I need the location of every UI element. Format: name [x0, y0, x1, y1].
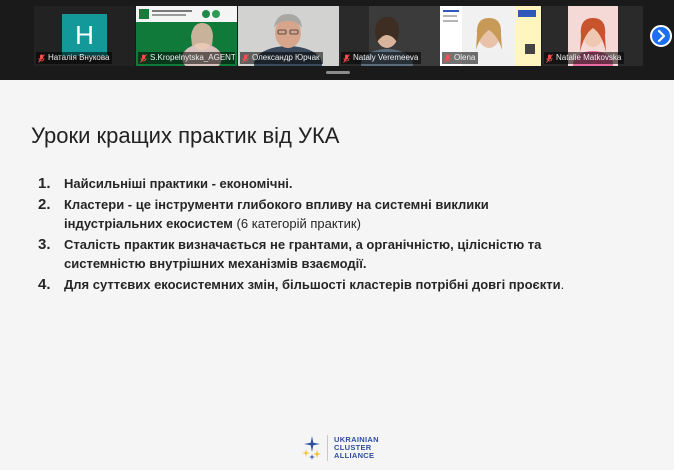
mic-off-icon [444, 53, 451, 63]
list-number: 4. [38, 276, 51, 293]
list-text: Сталість практик визначається не грантам… [64, 237, 542, 271]
participant-name-tag: Natalie Matkovska [544, 52, 625, 64]
participant-tile[interactable]: H Наталія Внукова [34, 6, 135, 66]
participant-tile[interactable]: S.Kropelnytska_AGENT... [136, 6, 237, 66]
list-text: Кластери - це інструменти глибокого впли… [64, 197, 489, 231]
strip-resize-handle[interactable] [326, 71, 350, 74]
participant-tile[interactable]: Natalie Matkovska [542, 6, 643, 66]
list-item: 2. Кластери - це інструменти глибокого в… [38, 195, 658, 233]
participant-name: Nataly Veremeeva [353, 53, 419, 62]
ukrainian-cluster-alliance-logo: UKRAINIAN CLUSTER ALLIANCE [301, 431, 379, 465]
avatar: H [62, 14, 107, 56]
shared-slide: Уроки кращих практик від УКА 1. Найсильн… [0, 80, 674, 470]
logo-text: UKRAINIAN CLUSTER ALLIANCE [334, 435, 379, 460]
list-item: 1. Найсильніші практики - економічні. [38, 174, 658, 193]
list-text: Для суттєвих екосистемних змін, більшост… [64, 277, 565, 292]
logo-divider [327, 435, 328, 461]
participant-tile[interactable]: Olena [440, 6, 541, 66]
participant-name: S.Kropelnytska_AGENT... [150, 53, 235, 62]
participant-name-tag: S.Kropelnytska_AGENT... [138, 52, 235, 64]
participant-tile[interactable]: Nataly Veremeeva [339, 6, 440, 66]
list-number: 1. [38, 175, 51, 192]
list-item: 4. Для суттєвих екосистемних змін, більш… [38, 275, 658, 294]
mic-off-icon [343, 53, 350, 63]
mic-off-icon [546, 53, 553, 63]
list-text: Найсильніші практики - економічні. [64, 176, 293, 191]
participant-name-tag: Наталія Внукова [36, 52, 113, 64]
participant-name-tag: Olena [442, 52, 479, 64]
mic-off-icon [140, 53, 147, 63]
mic-off-icon [38, 53, 45, 63]
list-number: 2. [38, 196, 51, 213]
participant-name-tag: Nataly Veremeeva [341, 52, 422, 64]
participant-tile-active[interactable]: Олександр Юрчак [238, 6, 339, 66]
chevron-right-icon [657, 29, 666, 43]
slide-title: Уроки кращих практик від УКА [31, 123, 340, 148]
participant-name: Olena [454, 53, 476, 62]
slide-bullet-list: 1. Найсильніші практики - економічні. 2.… [38, 174, 658, 294]
participant-name: Natalie Matkovska [556, 53, 622, 62]
next-participants-button[interactable] [650, 25, 672, 47]
list-number: 3. [38, 236, 51, 253]
participant-name: Олександр Юрчак [252, 53, 320, 62]
participant-strip: H Наталія Внукова S.Kropelnytska_AGENT..… [0, 0, 674, 80]
stars-logo-icon [302, 436, 321, 460]
participant-name: Наталія Внукова [48, 53, 110, 62]
participant-name-tag: Олександр Юрчак [240, 52, 323, 64]
mic-off-icon [242, 53, 249, 63]
list-item: 3. Сталість практик визначається не гран… [38, 235, 658, 273]
